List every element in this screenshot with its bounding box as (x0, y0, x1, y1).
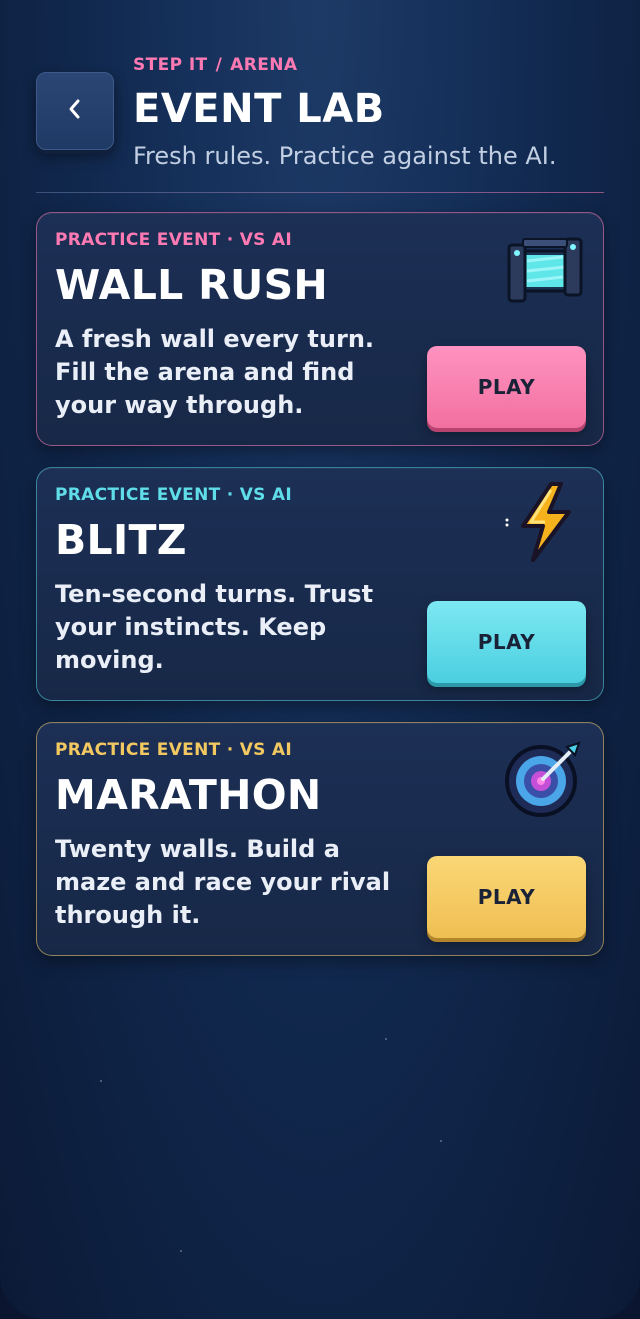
background-star (100, 1080, 102, 1082)
event-card-marathon: PRACTICE EVENT · VS AI MARATHON Twenty w… (36, 722, 604, 956)
event-card-wall-rush: PRACTICE EVENT · VS AI WALL RUSH A fresh… (36, 212, 604, 446)
event-description: A fresh wall every turn. Fill the arena … (55, 325, 375, 419)
page-subtitle: Fresh rules. Practice against the AI. (133, 142, 557, 170)
event-tag: PRACTICE EVENT · VS AI (55, 230, 293, 250)
chevron-left-icon (65, 96, 85, 126)
event-description: Ten-second turns. Trust your instincts. … (55, 580, 374, 674)
target-dart-icon (503, 735, 587, 819)
back-button[interactable] (36, 72, 114, 150)
play-button[interactable]: PLAY (427, 856, 586, 938)
event-lab-screen: STEP IT / ARENA EVENT LAB Fresh rules. Pra… (0, 0, 640, 1319)
play-button[interactable]: PLAY (427, 346, 586, 428)
event-card-blitz: PRACTICE EVENT · VS AI BLITZ Ten-second … (36, 467, 604, 701)
event-title: MARATHON (55, 771, 322, 819)
event-description: Twenty walls. Build a maze and race your… (55, 835, 391, 929)
event-tag: PRACTICE EVENT · VS AI (55, 740, 293, 760)
breadcrumb-root[interactable]: STEP IT (133, 55, 208, 75)
background-star (385, 1038, 387, 1040)
background-star (180, 1250, 182, 1252)
lightning-bolt-icon (503, 480, 587, 564)
event-title: BLITZ (55, 516, 187, 564)
page-header: STEP IT / ARENA EVENT LAB Fresh rules. Pra… (36, 50, 604, 193)
page-title: EVENT LAB (133, 86, 385, 132)
breadcrumb-current: ARENA (230, 55, 298, 75)
header-divider (36, 192, 604, 193)
play-button[interactable]: PLAY (427, 601, 586, 683)
wall-block-icon (503, 225, 587, 309)
breadcrumb-separator: / (215, 55, 223, 75)
event-tag: PRACTICE EVENT · VS AI (55, 485, 293, 505)
event-title: WALL RUSH (55, 261, 329, 309)
background-star (440, 1140, 442, 1142)
breadcrumb: STEP IT / ARENA (133, 55, 297, 75)
